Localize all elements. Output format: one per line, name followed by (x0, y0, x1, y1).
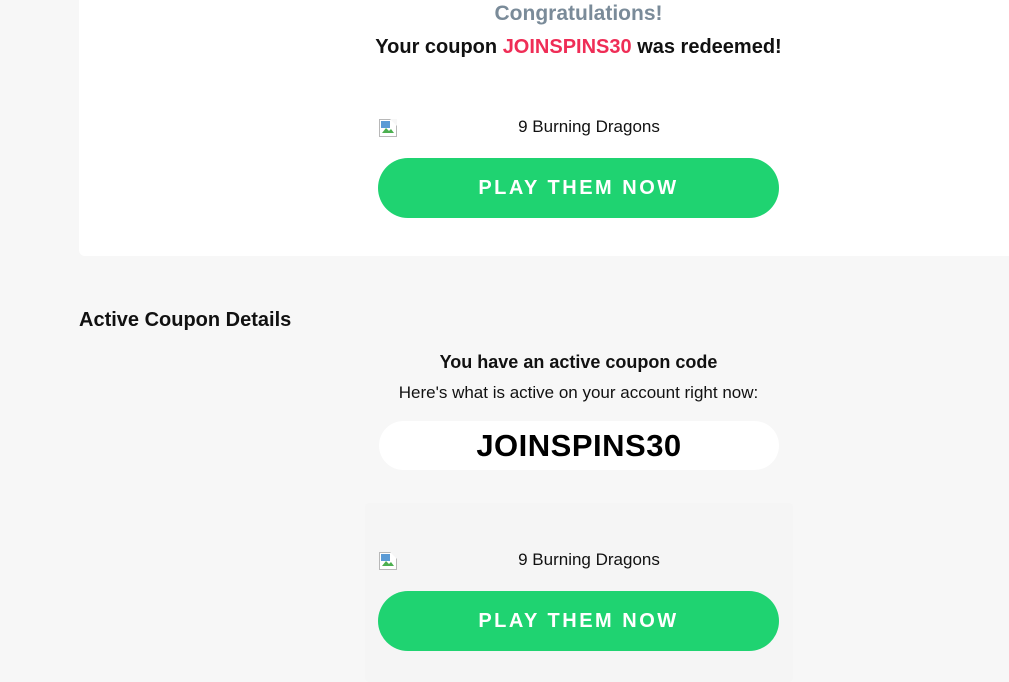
congratulations-title: Congratulations! (494, 2, 663, 25)
redeemed-message: Your coupon JOINSPINS30 was redeemed! (340, 36, 817, 59)
active-coupon-section-title: Active Coupon Details (79, 309, 292, 331)
active-game-name: 9 Burning Dragons (518, 550, 660, 569)
play-them-now-button[interactable]: PLAY THEM NOW (378, 158, 779, 218)
game-item[interactable]: 9 Burning Dragons (379, 117, 779, 139)
redeemed-coupon-code: JOINSPINS30 (502, 36, 632, 58)
active-coupon-code: JOINSPINS30 (379, 421, 779, 470)
redeemed-message-prefix: Your coupon (375, 36, 503, 58)
redeemed-message-suffix: was redeemed! (631, 36, 782, 58)
page: Congratulations! Your coupon JOINSPINS30… (0, 0, 1009, 682)
active-coupon-heading: You have an active coupon code (439, 352, 718, 372)
active-game-item[interactable]: 9 Burning Dragons (379, 550, 779, 572)
active-coupon-subheading: Here's what is active on your account ri… (398, 383, 759, 402)
game-name: 9 Burning Dragons (518, 117, 660, 136)
active-play-them-now-button[interactable]: PLAY THEM NOW (378, 591, 779, 651)
